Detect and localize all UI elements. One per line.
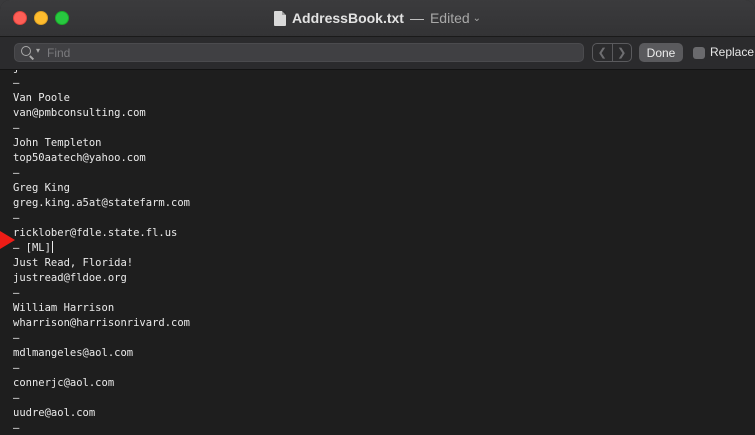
document-line[interactable]: — — [13, 286, 209, 301]
window-title[interactable]: AddressBook.txt — Edited ⌄ — [0, 0, 755, 36]
title-separator: — — [409, 10, 424, 26]
document-line[interactable]: Just Read, Florida! — [13, 256, 209, 271]
document-line[interactable]: greg.king.a5at@statefarm.com — [13, 196, 209, 211]
red-pointer-arrow-icon — [0, 231, 15, 249]
document-line[interactable]: — — [13, 76, 209, 91]
document-line[interactable]: Van Poole — [13, 91, 209, 106]
document-line[interactable]: justread@fldoe.org — [13, 271, 209, 286]
document-line[interactable]: van@pmbconsulting.com — [13, 106, 209, 121]
find-input[interactable] — [47, 44, 567, 61]
document-line[interactable]: — — [13, 166, 209, 181]
replace-label[interactable]: Replace — [710, 45, 754, 59]
find-field[interactable]: ▾ — [14, 43, 584, 62]
document-text[interactable]: j—Van Poolevan@pmbconsulting.com—John Te… — [13, 70, 209, 435]
chevron-left-icon: ❮ — [597, 47, 607, 59]
document-line[interactable]: wharrison@harrisonrivard.com — [13, 316, 209, 331]
search-icon[interactable] — [21, 46, 31, 56]
window-filename: AddressBook.txt — [291, 10, 404, 26]
document-line[interactable]: William Harrison — [13, 301, 209, 316]
search-options-chevron-icon[interactable]: ▾ — [36, 46, 40, 55]
document-line[interactable]: top50aatech@yahoo.com — [13, 151, 209, 166]
title-bar[interactable]: AddressBook.txt — Edited ⌄ — [0, 0, 755, 37]
replace-checkbox[interactable] — [693, 47, 705, 59]
document-line[interactable]: — [ML] — [13, 241, 209, 256]
document-line[interactable]: — — [13, 421, 209, 435]
find-next-button[interactable]: ❯ — [611, 44, 632, 61]
text-cursor — [51, 241, 53, 253]
document-line[interactable]: — — [13, 391, 209, 406]
document-line[interactable]: John Templeton — [13, 136, 209, 151]
document-line[interactable]: mdlmangeles@aol.com — [13, 346, 209, 361]
textedit-window: AddressBook.txt — Edited ⌄ ▾ ❮ ❯ Done Re… — [0, 0, 755, 435]
done-button[interactable]: Done — [639, 43, 683, 62]
document-line[interactable]: — — [13, 121, 209, 136]
document-line[interactable]: — — [13, 211, 209, 226]
document-line[interactable]: Greg King — [13, 181, 209, 196]
document-line[interactable]: — — [13, 331, 209, 346]
document-line[interactable]: ricklober@fdle.state.fl.us — [13, 226, 209, 241]
document-line[interactable]: connerjc@aol.com — [13, 376, 209, 391]
find-navigation: ❮ ❯ — [592, 43, 632, 62]
document-line[interactable]: — — [13, 361, 209, 376]
chevron-right-icon: ❯ — [617, 47, 627, 59]
document-line[interactable]: uudre@aol.com — [13, 406, 209, 421]
find-previous-button[interactable]: ❮ — [593, 44, 612, 61]
text-editor[interactable]: j—Van Poolevan@pmbconsulting.com—John Te… — [0, 70, 755, 435]
chevron-down-icon[interactable]: ⌄ — [473, 13, 481, 24]
document-icon — [273, 10, 286, 26]
edited-status: Edited — [429, 10, 470, 26]
find-bar: ▾ ❮ ❯ Done Replace — [0, 37, 755, 70]
